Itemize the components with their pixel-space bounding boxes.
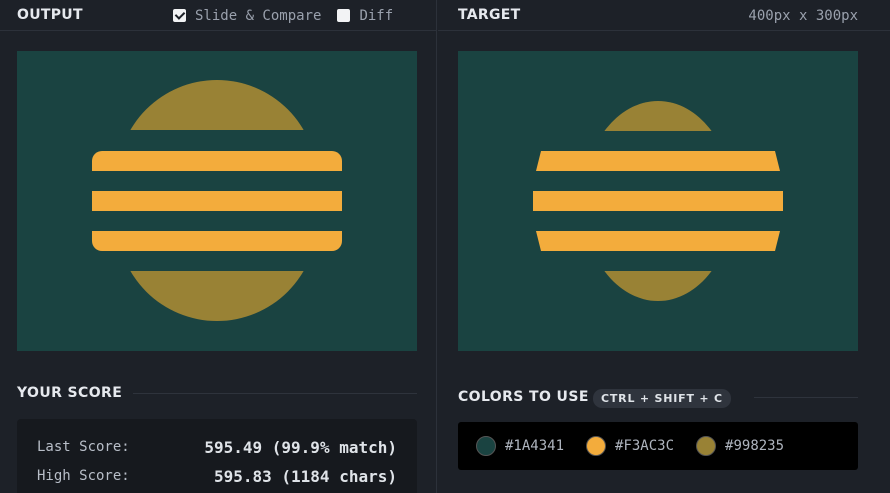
high-score-row: High Score: 595.83 (1184 chars) [37,464,397,488]
target-stripe-top [536,151,780,171]
color-dot [586,436,607,456]
output-panel: OUTPUT Slide & Compare Diff YOUR SCORE L… [0,0,437,493]
color-hex: #998235 [725,438,785,454]
color-hex: #1A4341 [505,438,565,454]
color-swatch-3[interactable]: #998235 [696,436,784,456]
color-hex: #F3AC3C [615,438,675,454]
color-swatch-1[interactable]: #1A4341 [476,436,564,456]
score-divider [133,393,417,394]
color-swatch-2[interactable]: #F3AC3C [586,436,674,456]
last-score-value: 595.49 (99.9% match) [204,437,397,457]
stripe-bottom [92,231,342,251]
target-stripe-middle [533,191,783,211]
slide-compare-checkbox[interactable] [173,9,186,22]
target-stripe-bottom [536,231,780,251]
score-box: Last Score: 595.49 (99.9% match) High Sc… [17,419,417,493]
last-score-label: Last Score: [37,439,130,455]
colors-heading: COLORS TO USE [458,389,589,405]
color-dot [696,436,717,456]
diff-checkbox[interactable] [337,9,351,22]
target-dimensions: 400px x 300px [748,7,858,24]
target-header: TARGET 400px x 300px [438,0,890,31]
target-canvas [458,51,858,351]
output-header: OUTPUT Slide & Compare Diff [0,0,436,31]
color-dot [476,436,496,456]
high-score-label: High Score: [37,468,130,484]
slide-compare-label: Slide & Compare [195,7,322,24]
diff-label: Diff [359,7,394,24]
colors-divider [754,397,858,398]
score-heading: YOUR SCORE [17,385,123,401]
output-title: OUTPUT [17,7,83,23]
last-score-row: Last Score: 595.49 (99.9% match) [37,435,397,459]
target-panel: TARGET 400px x 300px [438,0,890,493]
high-score-value: 595.83 (1184 chars) [213,466,397,486]
copy-colors-shortcut[interactable]: CTRL + SHIFT + C [593,389,731,408]
colors-box: #1A4341 #F3AC3C #998235 [458,422,858,470]
stripe-middle [92,191,342,211]
diff-option[interactable]: Diff [337,8,393,24]
output-canvas[interactable] [17,51,417,351]
slide-compare-option[interactable]: Slide & Compare [173,8,321,24]
target-title: TARGET [458,7,521,23]
view-options: Slide & Compare Diff [173,0,409,31]
target-stripes [533,151,783,251]
stripe-top [92,151,342,171]
